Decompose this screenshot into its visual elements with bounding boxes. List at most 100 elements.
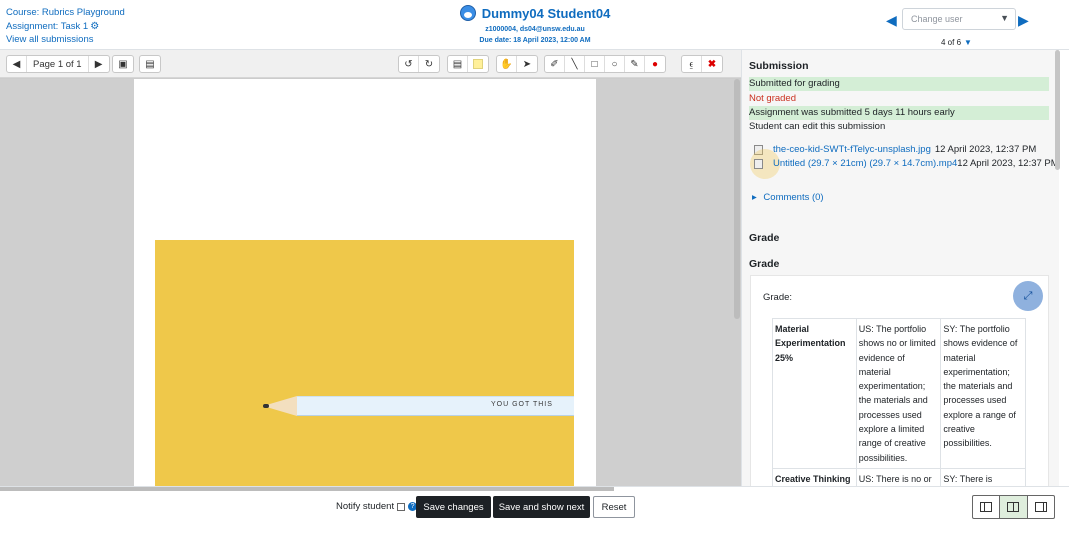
grading-scrollbar[interactable] [1055, 50, 1060, 170]
file-item: Untitled (29.7 × 21cm) (29.7 × 14.7cm).m… [754, 158, 1059, 169]
file-date: 12 April 2023, 12:37 PM [957, 158, 1059, 169]
save-and-show-next-button[interactable]: Save and show next [493, 496, 590, 518]
annotation-color-icon[interactable]: ● [645, 56, 665, 72]
grade-heading: Grade [749, 232, 780, 244]
file-item: the-ceo-kid-SWTt-fTelyc-unsplash.jpg 12 … [754, 144, 1036, 155]
pencil-text: YOU GOT THIS [491, 401, 553, 408]
next-page-icon[interactable]: ▶ [89, 56, 109, 72]
default-layout-button[interactable] [1000, 496, 1028, 518]
rubric-level[interactable]: US: The portfolio shows no or limited ev… [855, 318, 942, 469]
document-page[interactable]: YOU GOT THIS [134, 79, 596, 486]
grade-subheading: Grade [749, 258, 780, 270]
filter-icon[interactable]: ▼ [964, 38, 972, 47]
student-info: Dummy04 Student04 z1000004, ds04@unsw.ed… [440, 5, 630, 46]
reset-button[interactable]: Reset [593, 496, 635, 518]
save-changes-button[interactable]: Save changes [416, 496, 491, 518]
stamp-icon[interactable]: ⍷ [682, 56, 702, 72]
line-icon[interactable]: ╲ [565, 56, 585, 72]
page-navigation: ◀ Page 1 of 1 ▶ [6, 55, 110, 73]
layout-split-icon [1007, 502, 1020, 512]
student-name-row: Dummy04 Student04 [440, 5, 630, 21]
grade-form: Grade: ⤢ Material Experimentation 25% US… [750, 275, 1049, 486]
course-link[interactable]: Course: Rubrics Playground [6, 6, 125, 20]
expand-comments-icon[interactable]: ▤ [140, 56, 160, 72]
previous-user-icon[interactable]: ◀ [886, 12, 897, 29]
submission-image: YOU GOT THIS [155, 240, 574, 486]
grader-footer: Notify student ? Save changes Save and s… [0, 486, 1069, 540]
comments-label: Comments (0) [763, 192, 824, 203]
select-group: ✋ ➤ [496, 55, 538, 73]
document-canvas[interactable]: YOU GOT THIS [0, 79, 741, 486]
comment-color-icon[interactable] [468, 56, 488, 72]
rubric-row: Material Experimentation 25% US: The por… [772, 318, 1026, 469]
user-count-label: 4 of 6 [941, 38, 962, 47]
next-user-icon[interactable]: ▶ [1018, 12, 1029, 29]
file-date: 12 April 2023, 12:37 PM [934, 144, 1037, 155]
highlight-icon[interactable]: ✎ [625, 56, 645, 72]
expand-icon[interactable]: ⤢ [1013, 281, 1043, 311]
annotation-toolbar: ◀ Page 1 of 1 ▶ ▣ ▤ ↺ ↻ ▤ ✋ ➤ ✐ ╲ □ ○ ✎ … [0, 50, 741, 78]
layout-toggle [972, 495, 1055, 519]
comment-group: ▤ [447, 55, 489, 73]
rectangle-icon[interactable]: □ [585, 56, 605, 72]
document-scrollbar[interactable] [734, 79, 740, 319]
previous-page-icon[interactable]: ◀ [7, 56, 27, 72]
draw-tools-group: ✐ ╲ □ ○ ✎ ● [544, 55, 666, 73]
stamp-cross-icon[interactable]: ✖ [702, 56, 722, 72]
rotate-group: ↺ ↻ [398, 55, 440, 73]
status-edit: Student can edit this submission [749, 121, 886, 132]
avatar [459, 5, 476, 21]
header-links: Course: Rubrics Playground Assignment: T… [6, 6, 125, 47]
stamp-group: ⍷ ✖ [681, 55, 723, 73]
caret-right-icon: ▸ [752, 192, 757, 203]
user-count: 4 of 6 ▼ [941, 38, 972, 47]
student-name[interactable]: Dummy04 Student04 [482, 6, 611, 21]
due-date: Due date: 18 April 2023, 12:00 AM [479, 37, 591, 44]
collapse-review-panel-button[interactable] [1028, 496, 1054, 518]
video-file-icon [754, 158, 763, 169]
pan-hand-icon[interactable]: ✋ [497, 56, 517, 72]
document-panel: ◀ Page 1 of 1 ▶ ▣ ▤ ↺ ↻ ▤ ✋ ➤ ✐ ╲ □ ○ ✎ … [0, 50, 741, 486]
page-select[interactable]: Page 1 of 1 [27, 56, 89, 72]
pencil-graphic: YOU GOT THIS [263, 396, 574, 416]
comment-icon[interactable]: ▤ [448, 56, 468, 72]
status-time: Assignment was submitted 5 days 11 hours… [749, 106, 1049, 120]
notify-checkbox[interactable] [397, 502, 406, 511]
file-link[interactable]: Untitled (29.7 × 21cm) (29.7 × 14.7cm).m… [773, 158, 957, 169]
grade-label: Grade: [763, 292, 793, 303]
comments-toggle[interactable]: ▸ Comments (0) [752, 192, 824, 203]
rotate-right-icon[interactable]: ↻ [419, 56, 439, 72]
horizontal-scrollbar[interactable] [0, 487, 614, 491]
chevron-down-icon: ▼ [1000, 13, 1009, 23]
gear-icon[interactable]: ⚙ [90, 20, 99, 34]
layout-right-icon [1034, 502, 1047, 512]
change-user-placeholder: Change user [911, 14, 963, 24]
rubric-table: Material Experimentation 25% US: The por… [772, 318, 1026, 486]
layout-left-icon [980, 502, 993, 512]
rubric-criterion: Material Experimentation 25% [772, 318, 857, 469]
select-cursor-icon[interactable]: ➤ [517, 56, 537, 72]
notify-student: Notify student ? [336, 501, 418, 512]
grader-header: Course: Rubrics Playground Assignment: T… [0, 0, 1069, 50]
rubric-level[interactable]: SY: There is evidence of an engagement w… [940, 467, 1026, 486]
collapse-grade-panel-button[interactable] [973, 496, 1001, 518]
student-ids: z1000004, ds04@unsw.edu.au [485, 26, 585, 33]
grading-panel: Submission Submitted for grading Not gra… [741, 50, 1059, 486]
assignment-link-label: Assignment: Task 1 [6, 20, 89, 32]
change-user-select[interactable]: Change user ▼ [902, 8, 1016, 30]
pen-icon[interactable]: ✐ [545, 56, 565, 72]
file-link[interactable]: the-ceo-kid-SWTt-fTelyc-unsplash.jpg [773, 144, 931, 155]
status-submitted: Submitted for grading [749, 77, 1049, 91]
oval-icon[interactable]: ○ [605, 56, 625, 72]
rubric-row: Creative Thinking 25% US: There is no or… [772, 467, 1026, 486]
expand-comments-group: ▤ [139, 55, 161, 73]
rubric-level[interactable]: SY: The portfolio shows evidence of mate… [940, 318, 1026, 469]
notify-label: Notify student [336, 501, 395, 512]
rubric-level[interactable]: US: There is no or limited evidence of a… [855, 467, 942, 486]
search-comments-group: ▣ [112, 55, 134, 73]
rotate-left-icon[interactable]: ↺ [399, 56, 419, 72]
assignment-link[interactable]: Assignment: Task 1 ⚙ [6, 20, 125, 34]
search-comments-icon[interactable]: ▣ [113, 56, 133, 72]
view-all-submissions-link[interactable]: View all submissions [6, 33, 125, 47]
status-grading: Not graded [749, 93, 797, 104]
